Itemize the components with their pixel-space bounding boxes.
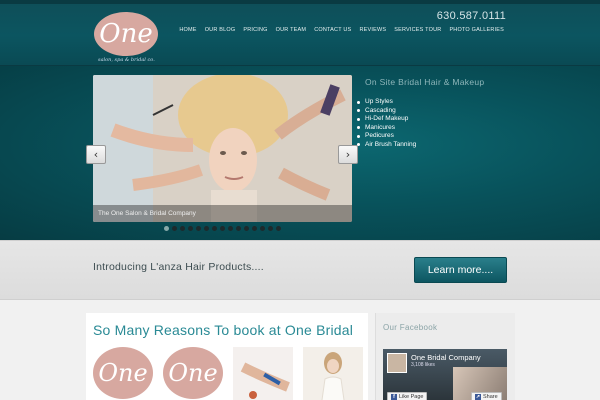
slider-dot[interactable] [180, 226, 185, 231]
manicure-image [233, 347, 293, 400]
hero-slide[interactable]: The One Salon & Bridal Company [93, 75, 352, 222]
slider-dot[interactable] [268, 226, 273, 231]
reasons-thumbnails: One One [93, 347, 363, 400]
facebook-icon: f [391, 394, 397, 400]
facebook-share-button[interactable]: ↗ Share [471, 392, 502, 400]
facebook-likes: 3,108 likes [411, 362, 435, 368]
service-item: Hi-Def Makeup [357, 115, 545, 124]
site-header: One salon, spa & bridal co. 630.587.0111… [0, 0, 600, 66]
logo-tagline: salon, spa & bridal co. [98, 57, 155, 63]
slider-dot[interactable] [252, 226, 257, 231]
phone-number[interactable]: 630.587.0111 [437, 10, 506, 22]
slider-dot[interactable] [276, 226, 281, 231]
bride-image [303, 347, 363, 400]
slider-prev-button[interactable]: ‹ [86, 145, 106, 164]
service-item: Manicures [357, 124, 545, 133]
section-title: So Many Reasons To book at One Bridal [93, 322, 354, 338]
thumb-bride-image[interactable] [303, 347, 363, 400]
nav-home[interactable]: HOME [179, 27, 196, 33]
service-item: Pedicures [357, 132, 545, 141]
slider-dot[interactable] [172, 226, 177, 231]
thumb-logo[interactable]: One [163, 347, 223, 399]
slider-dot[interactable] [212, 226, 217, 231]
content-area: So Many Reasons To book at One Bridal On… [0, 301, 600, 400]
main-nav: HOME OUR BLOG PRICING OUR TEAM CONTACT U… [179, 27, 504, 33]
share-label: Share [483, 394, 498, 400]
service-item: Cascading [357, 107, 545, 116]
nav-reviews[interactable]: REVIEWS [359, 27, 386, 33]
promo-text: Introducing L'anza Hair Products.... [93, 261, 264, 273]
facebook-page-name[interactable]: One Bridal Company [411, 353, 481, 362]
slider-dot[interactable] [188, 226, 193, 231]
slider-dot[interactable] [260, 226, 265, 231]
thumb-manicure-image[interactable] [233, 347, 293, 400]
nav-pricing[interactable]: PRICING [243, 27, 267, 33]
hero-services: On Site Bridal Hair & Makeup Up Styles C… [357, 77, 545, 150]
nav-services-tour[interactable]: SERVICES TOUR [394, 27, 441, 33]
facebook-title: Our Facebook [383, 323, 438, 332]
like-label: Like Page [399, 394, 424, 400]
thumb-logo-text: One [98, 359, 148, 387]
slider-dots [164, 226, 281, 231]
chevron-right-icon: › [345, 148, 351, 161]
slide-caption: The One Salon & Bridal Company [93, 205, 352, 222]
slider-dot[interactable] [204, 226, 209, 231]
slider-dot[interactable] [236, 226, 241, 231]
slider-dot[interactable] [164, 226, 169, 231]
service-item: Up Styles [357, 98, 545, 107]
hero-banner: The One Salon & Bridal Company ‹ › On Si… [0, 66, 600, 240]
thumb-logo-text: One [168, 359, 218, 387]
nav-our-team[interactable]: OUR TEAM [276, 27, 307, 33]
hero-title: On Site Bridal Hair & Makeup [365, 77, 485, 87]
services-list: Up Styles Cascading Hi-Def Makeup Manicu… [357, 98, 545, 150]
header-top-line [0, 0, 600, 4]
nav-photo-galleries[interactable]: PHOTO GALLERIES [449, 27, 504, 33]
thumb-logo[interactable]: One [93, 347, 153, 399]
slider-dot[interactable] [196, 226, 201, 231]
slider-dot[interactable] [244, 226, 249, 231]
slider-dot[interactable] [228, 226, 233, 231]
learn-more-button[interactable]: Learn more.... [414, 257, 507, 283]
facebook-like-button[interactable]: f Like Page [387, 392, 428, 400]
hero-slide-image [93, 75, 352, 222]
chevron-left-icon: ‹ [93, 148, 99, 161]
slider-dot[interactable] [220, 226, 225, 231]
nav-our-blog[interactable]: OUR BLOG [205, 27, 236, 33]
facebook-avatar [387, 353, 407, 373]
logo-text: One [99, 19, 153, 49]
promo-band: Introducing L'anza Hair Products.... Lea… [0, 240, 600, 300]
nav-contact-us[interactable]: CONTACT US [314, 27, 351, 33]
slider-next-button[interactable]: › [338, 145, 358, 164]
share-icon: ↗ [475, 394, 481, 400]
logo[interactable]: One [94, 12, 158, 56]
service-item: Air Brush Tanning [357, 141, 545, 150]
facebook-widget[interactable]: One Bridal Company 3,108 likes f Like Pag… [383, 349, 507, 400]
